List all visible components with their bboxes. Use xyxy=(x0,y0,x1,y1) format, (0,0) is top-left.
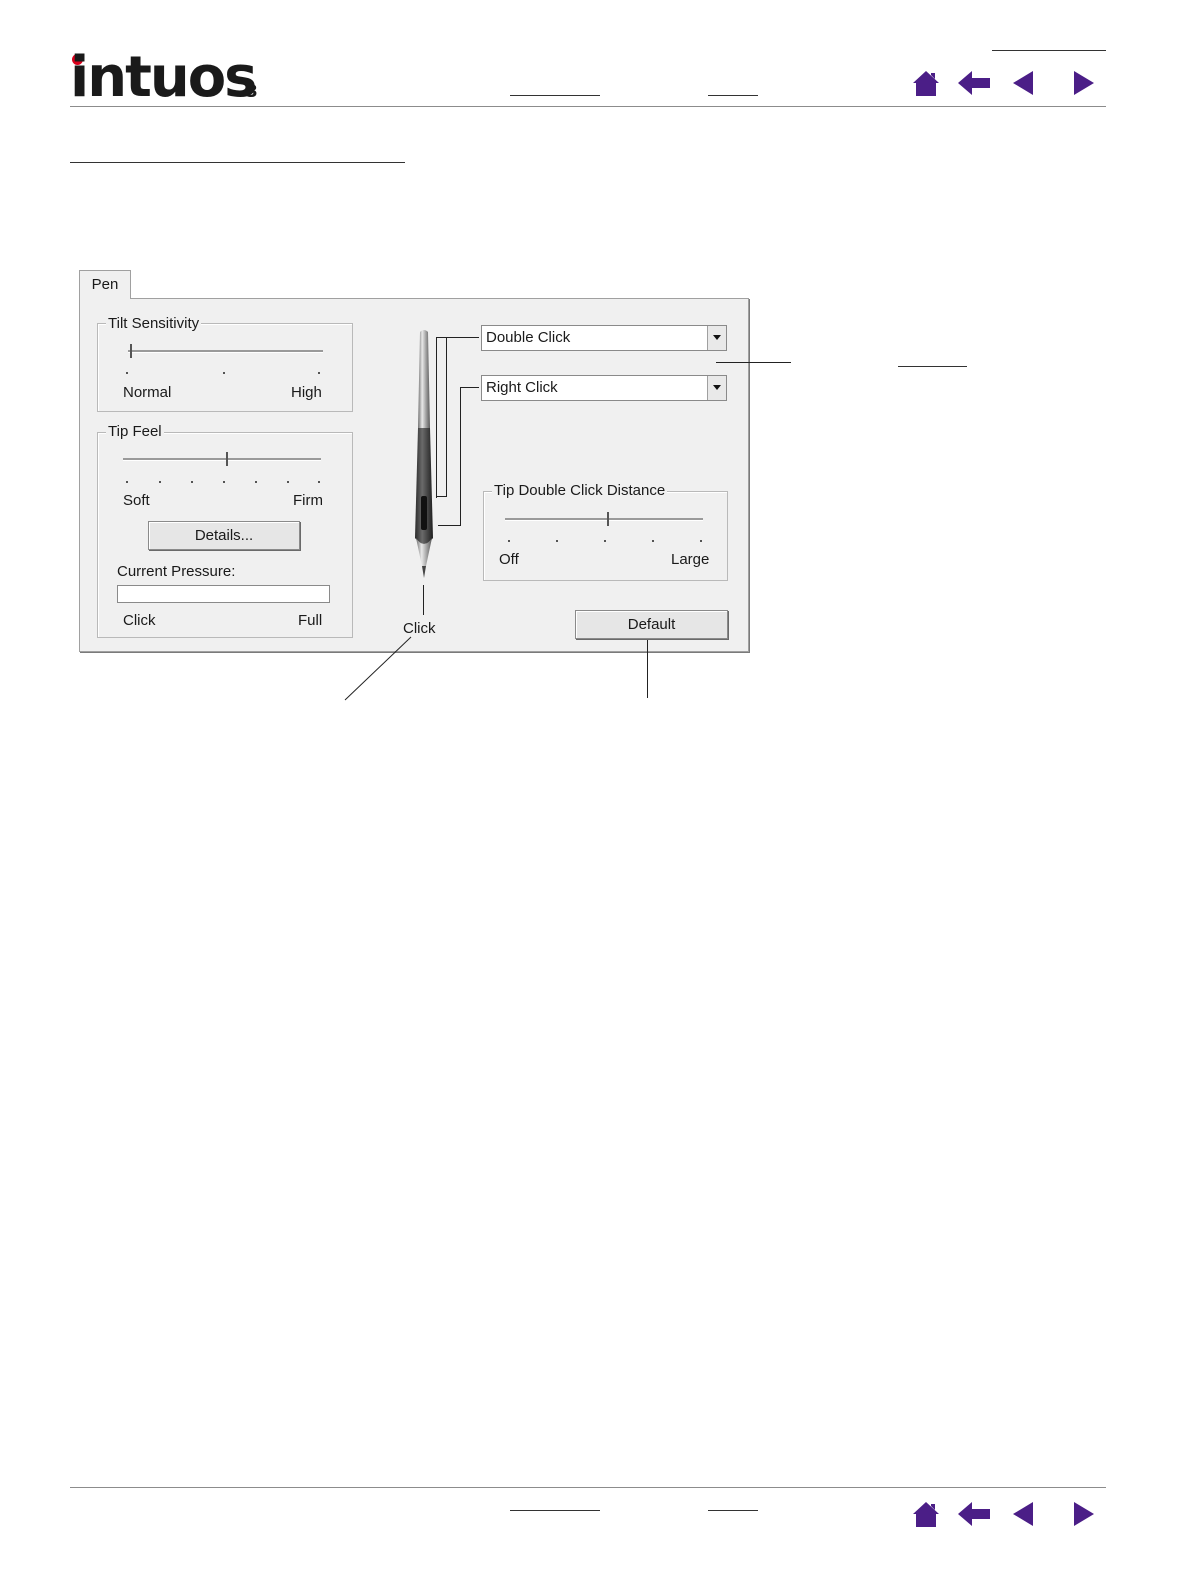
distance-min-label: Off xyxy=(499,551,519,568)
distance-tick xyxy=(700,540,702,542)
callout-line-tip xyxy=(344,636,412,701)
tip-feel-slider[interactable] xyxy=(226,452,228,466)
double-click-distance-slider[interactable] xyxy=(607,512,609,526)
distance-tick xyxy=(508,540,510,542)
double-click-distance-title: Tip Double Click Distance xyxy=(492,482,668,499)
footer-rule xyxy=(70,1487,1106,1488)
tip-feel-tick xyxy=(318,481,320,483)
tab-joint xyxy=(80,297,130,300)
header-link-underline[interactable] xyxy=(992,50,1106,51)
current-pressure-bar xyxy=(117,585,330,603)
distance-tick xyxy=(652,540,654,542)
tip-feel-tick xyxy=(287,481,289,483)
previous-page-icon[interactable] xyxy=(1011,69,1035,97)
tip-feel-title: Tip Feel xyxy=(106,423,164,440)
tip-feel-tick xyxy=(159,481,161,483)
callout-line-side-switch xyxy=(716,362,791,363)
upper-side-switch-select[interactable]: Double Click xyxy=(481,325,727,351)
pressure-max-label: Full xyxy=(298,612,323,629)
distance-tick xyxy=(556,540,558,542)
next-page-icon[interactable] xyxy=(1072,69,1096,97)
back-arrow-icon[interactable] xyxy=(957,1500,991,1528)
chevron-down-icon[interactable] xyxy=(707,376,726,400)
tip-feel-min-label: Soft xyxy=(123,492,150,509)
tilt-tick xyxy=(318,372,320,374)
footer-link-index[interactable] xyxy=(708,1510,758,1511)
home-icon[interactable] xyxy=(912,1500,940,1528)
tilt-max-label: High xyxy=(291,384,322,401)
tip-label: Click xyxy=(403,620,436,637)
pressure-min-label: Click xyxy=(123,612,156,629)
pen-illustration xyxy=(410,328,438,580)
distance-max-label: Large xyxy=(671,551,710,568)
upper-switch-connector-stub xyxy=(436,496,446,497)
default-button[interactable]: Default xyxy=(575,610,728,639)
upper-connector-vertical xyxy=(446,337,447,497)
next-page-icon[interactable] xyxy=(1072,1500,1096,1528)
section-heading-underline[interactable] xyxy=(70,162,405,163)
home-icon[interactable] xyxy=(912,69,940,97)
lower-connector-vertical xyxy=(460,387,461,526)
tip-feel-tick xyxy=(223,481,225,483)
tip-feel-max-label: Firm xyxy=(293,492,323,509)
header-link-contents[interactable] xyxy=(510,95,600,96)
tip-connector xyxy=(423,585,424,615)
footer-link-contents[interactable] xyxy=(510,1510,600,1511)
header-link-index[interactable] xyxy=(708,95,758,96)
current-pressure-label: Current Pressure: xyxy=(117,563,236,580)
previous-page-icon[interactable] xyxy=(1011,1500,1035,1528)
chevron-down-icon[interactable] xyxy=(707,326,726,350)
upper-connector-horizontal xyxy=(446,337,479,338)
tab-pen[interactable]: Pen xyxy=(79,270,131,300)
back-arrow-icon[interactable] xyxy=(957,69,991,97)
lower-side-switch-select[interactable]: Right Click xyxy=(481,375,727,401)
distance-tick xyxy=(604,540,606,542)
upper-switch-connector xyxy=(436,337,438,497)
callout-link-side-switch[interactable] xyxy=(898,366,967,367)
lower-connector-stub xyxy=(438,525,460,526)
callout-line-default xyxy=(647,640,648,698)
lower-connector-horizontal xyxy=(460,387,479,388)
tip-feel-tick xyxy=(191,481,193,483)
tilt-tick xyxy=(223,372,225,374)
double-click-distance-track xyxy=(505,518,703,521)
tilt-sensitivity-slider[interactable] xyxy=(130,344,132,358)
lower-side-switch-value: Right Click xyxy=(486,379,558,396)
tilt-tick xyxy=(126,372,128,374)
tilt-sensitivity-title: Tilt Sensitivity xyxy=(106,315,202,332)
tip-feel-tick xyxy=(255,481,257,483)
header-rule xyxy=(70,106,1106,107)
tip-feel-track xyxy=(123,458,321,461)
tilt-min-label: Normal xyxy=(123,384,172,401)
tip-feel-tick xyxy=(126,481,128,483)
brand-version: 3 xyxy=(246,82,258,102)
tilt-sensitivity-track xyxy=(128,350,323,353)
brand-name: intuos xyxy=(70,45,258,110)
upper-side-switch-value: Double Click xyxy=(486,329,571,346)
details-button[interactable]: Details... xyxy=(148,521,300,550)
